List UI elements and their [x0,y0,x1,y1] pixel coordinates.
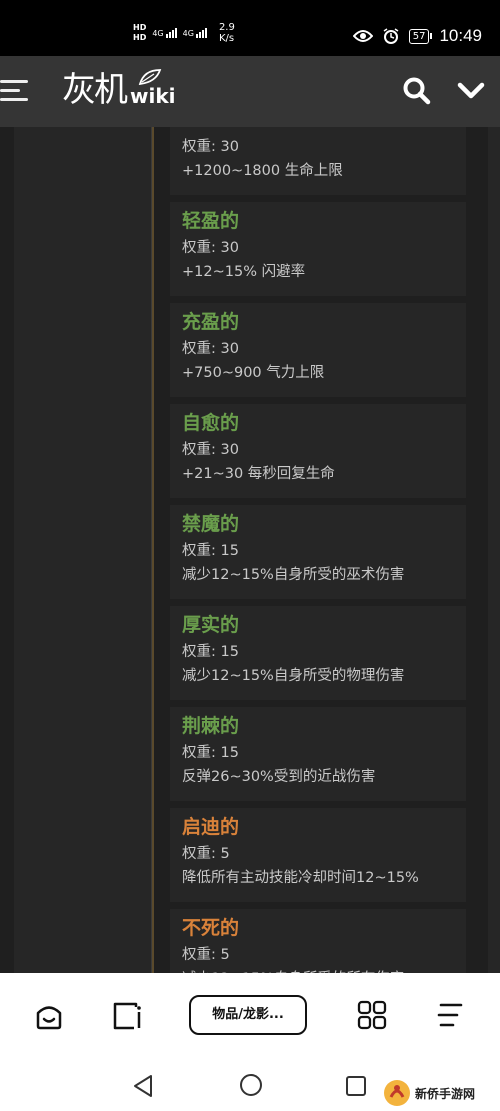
search-icon[interactable] [402,76,432,106]
modifier-effect: +1200~1800 生命上限 [182,163,343,179]
modifier-weight: 权重: 30 [182,139,239,155]
watermark-text: 新侨手游网 [415,1086,476,1101]
status-left: HD HD 4G 4G 2.9 K/s [133,22,235,44]
modifier-effect: +21~30 每秒回复生命 [182,466,335,482]
modifier-weight: 权重: 30 [182,442,239,458]
recent-square-icon[interactable] [345,1075,367,1097]
logo-text: 灰机 [62,70,128,110]
modifier-title[interactable]: 启迪的 [182,812,454,842]
signal-label-2: 4G [182,29,194,38]
modifier-title[interactable]: 不死的 [182,913,454,943]
app-header: 灰机 wiki [0,56,500,127]
menu-lines-icon[interactable] [435,1000,465,1030]
leaf-icon [138,69,162,86]
chevron-down-icon[interactable] [456,78,486,104]
home-icon[interactable] [33,1000,65,1032]
modifier-title[interactable] [182,127,454,135]
status-right: 57 10:49 [352,26,482,46]
modifier-effect: +750~900 气力上限 [182,365,325,381]
modifier-effect: 减少12~15%自身所受的物理伤害 [182,668,405,684]
signal-icon-1: 4G [152,28,177,38]
signal-icon-2: 4G [183,28,207,38]
alarm-icon [383,28,399,44]
modifier-weight: 权重: 15 [182,644,239,660]
modifier-effect: +12~15% 闪避率 [182,264,306,280]
menu-icon[interactable] [0,80,30,104]
logo-wiki: wiki [130,84,176,108]
modifier-effect: 反弹26~30%受到的近战伤害 [182,769,376,785]
modifier-card: 厚实的权重: 15 减少12~15%自身所受的物理伤害 [170,606,466,700]
modifier-effect: 降低所有主动技能冷却时间12~15% [182,870,419,886]
hd-label-1: HD [133,23,147,32]
modifier-card: 启迪的权重: 5 降低所有主动技能冷却时间12~15% [170,808,466,902]
clock: 10:49 [439,26,482,45]
home-circle-icon[interactable] [239,1073,263,1097]
column-divider [152,127,154,973]
speed-value: 2.9 [218,22,235,33]
back-triangle-icon[interactable] [132,1074,154,1098]
modifier-weight: 权重: 30 [182,240,239,256]
watermark-logo-icon [384,1080,410,1106]
site-logo[interactable]: 灰机 wiki [62,69,176,110]
speed-unit: K/s [218,33,235,44]
hd-label-2: HD [133,33,147,42]
modifier-title[interactable]: 禁魔的 [182,509,454,539]
modifier-card: 禁魔的权重: 15 减少12~15%自身所受的巫术伤害 [170,505,466,599]
signal-label-1: 4G [152,29,164,38]
hd-indicator: HD HD [133,23,146,43]
left-panel [14,127,152,973]
tabs-icon[interactable] [111,1000,143,1032]
modifier-title[interactable]: 轻盈的 [182,206,454,236]
current-tab-button[interactable]: 物品/龙影... [189,995,307,1035]
modifier-card: 自愈的权重: 30 +21~30 每秒回复生命 [170,404,466,498]
modifier-card: 充盈的权重: 30 +750~900 气力上限 [170,303,466,397]
watermark: 新侨手游网 [383,1075,500,1111]
modifier-title[interactable]: 充盈的 [182,307,454,337]
eye-icon [352,30,373,42]
modifier-weight: 权重: 5 [182,846,230,862]
modifier-weight: 权重: 15 [182,543,239,559]
modifier-card: 权重: 30 +1200~1800 生命上限 [170,127,466,195]
modifier-card: 不死的权重: 5减少12~15%自身所受的所有伤害 [170,909,466,973]
modifier-weight: 权重: 15 [182,745,239,761]
modifier-weight: 权重: 5 [182,947,230,963]
modifier-title[interactable]: 荆棘的 [182,711,454,741]
modifier-title[interactable]: 厚实的 [182,610,454,640]
modifier-card: 荆棘的权重: 15 反弹26~30%受到的近战伤害 [170,707,466,801]
modifier-weight: 权重: 30 [182,341,239,357]
status-bar: HD HD 4G 4G 2.9 K/s 57 10:49 [0,0,500,56]
modifier-title[interactable]: 自愈的 [182,408,454,438]
page-content: 权重: 30 +1200~1800 生命上限 轻盈的 权重: 30 +12~15% 闪避… [0,127,500,973]
apps-grid-icon[interactable] [357,1000,387,1030]
battery-icon: 57 [408,28,433,44]
network-speed: 2.9 K/s [219,22,235,44]
modifier-list[interactable]: 权重: 30 +1200~1800 生命上限 轻盈的 权重: 30 +12~15% 闪避… [170,127,466,973]
right-gutter [488,127,500,973]
modifier-effect: 减少12~15%自身所受的巫术伤害 [182,567,405,583]
modifier-card: 轻盈的权重: 30 +12~15% 闪避率 [170,202,466,296]
